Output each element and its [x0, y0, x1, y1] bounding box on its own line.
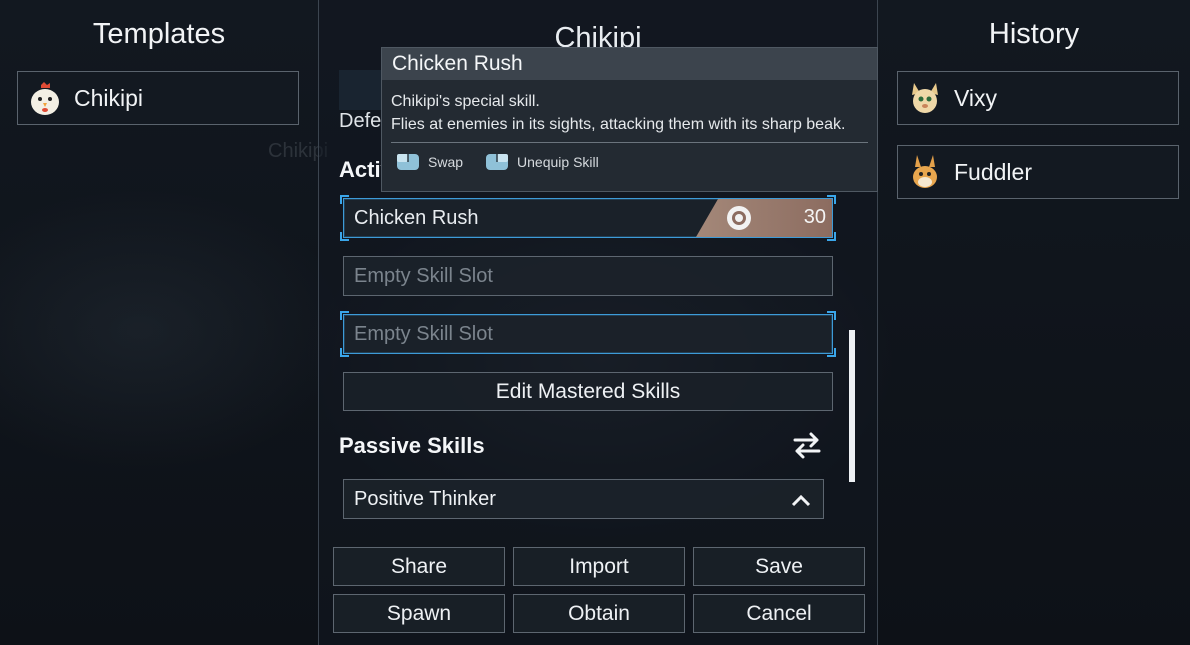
defense-label: Defe	[339, 110, 382, 132]
active-skill-slot-1[interactable]: Chicken Rush 30	[340, 195, 836, 241]
edit-mastered-skills-button[interactable]: Edit Mastered Skills	[343, 372, 833, 411]
share-button[interactable]: Share	[333, 547, 505, 586]
mouse-right-icon	[485, 153, 509, 171]
selection-corner	[340, 348, 349, 357]
history-item-label: Fuddler	[954, 158, 1032, 185]
templates-title: Templates	[92, 18, 226, 50]
skill-tooltip: Chicken Rush Chikipi's special skill. Fl…	[381, 47, 878, 192]
save-button[interactable]: Save	[693, 547, 865, 586]
selection-corner	[340, 195, 349, 204]
action-label: Swap	[428, 154, 464, 170]
neutral-element-icon	[726, 205, 752, 231]
active-skill-slot-3[interactable]: Empty Skill Slot	[340, 311, 836, 357]
history-item-fuddler[interactable]: Fuddler	[897, 145, 1179, 199]
vixy-icon	[906, 79, 944, 117]
tooltip-actions: Swap Unequip Skill	[382, 143, 877, 171]
selection-corner	[340, 311, 349, 320]
action-label: Unequip Skill	[517, 154, 599, 170]
swap-arrows-icon[interactable]	[791, 430, 823, 460]
history-title: History	[988, 18, 1080, 50]
skill-cost-badge: 30	[696, 199, 832, 237]
selection-corner	[827, 311, 836, 320]
selection-corner	[827, 348, 836, 357]
fuddler-icon	[906, 153, 944, 191]
history-panel: History Vixy Fuddler	[878, 0, 1190, 645]
tooltip-action-unequip: Unequip Skill	[485, 153, 599, 171]
obtain-button[interactable]: Obtain	[513, 594, 685, 633]
passive-skills-label: Passive Skills	[339, 433, 485, 458]
skill-cost: 30	[803, 206, 826, 228]
selection-corner	[340, 232, 349, 241]
skill-name: Empty Skill Slot	[354, 322, 493, 345]
passive-skill-name: Positive Thinker	[354, 487, 496, 510]
tooltip-line-1: Chikipi's special skill.	[391, 93, 540, 110]
import-button[interactable]: Import	[513, 547, 685, 586]
templates-panel: Templates Chikipi	[0, 0, 318, 645]
tooltip-action-swap: Swap	[396, 153, 463, 171]
history-item-label: Vixy	[954, 84, 998, 111]
active-skill-slot-2[interactable]: Empty Skill Slot	[343, 256, 833, 296]
history-item-vixy[interactable]: Vixy	[897, 71, 1179, 125]
skill-name: Chicken Rush	[354, 206, 479, 229]
chikipi-icon	[26, 79, 64, 117]
spawn-button[interactable]: Spawn	[333, 594, 505, 633]
tooltip-title: Chicken Rush	[382, 48, 877, 80]
passive-skill-slot-1[interactable]: Positive Thinker	[343, 479, 824, 519]
tooltip-description: Chikipi's special skill. Flies at enemie…	[382, 80, 877, 136]
mouse-left-icon	[396, 153, 420, 171]
template-item-chikipi[interactable]: Chikipi	[17, 71, 299, 125]
tooltip-line-2: Flies at enemies in its sights, attackin…	[391, 116, 846, 133]
cancel-button[interactable]: Cancel	[693, 594, 865, 633]
skill-name: Empty Skill Slot	[354, 264, 493, 287]
chevron-up-icon	[791, 490, 811, 513]
scrollbar[interactable]	[849, 330, 855, 482]
template-item-label: Chikipi	[74, 84, 144, 111]
